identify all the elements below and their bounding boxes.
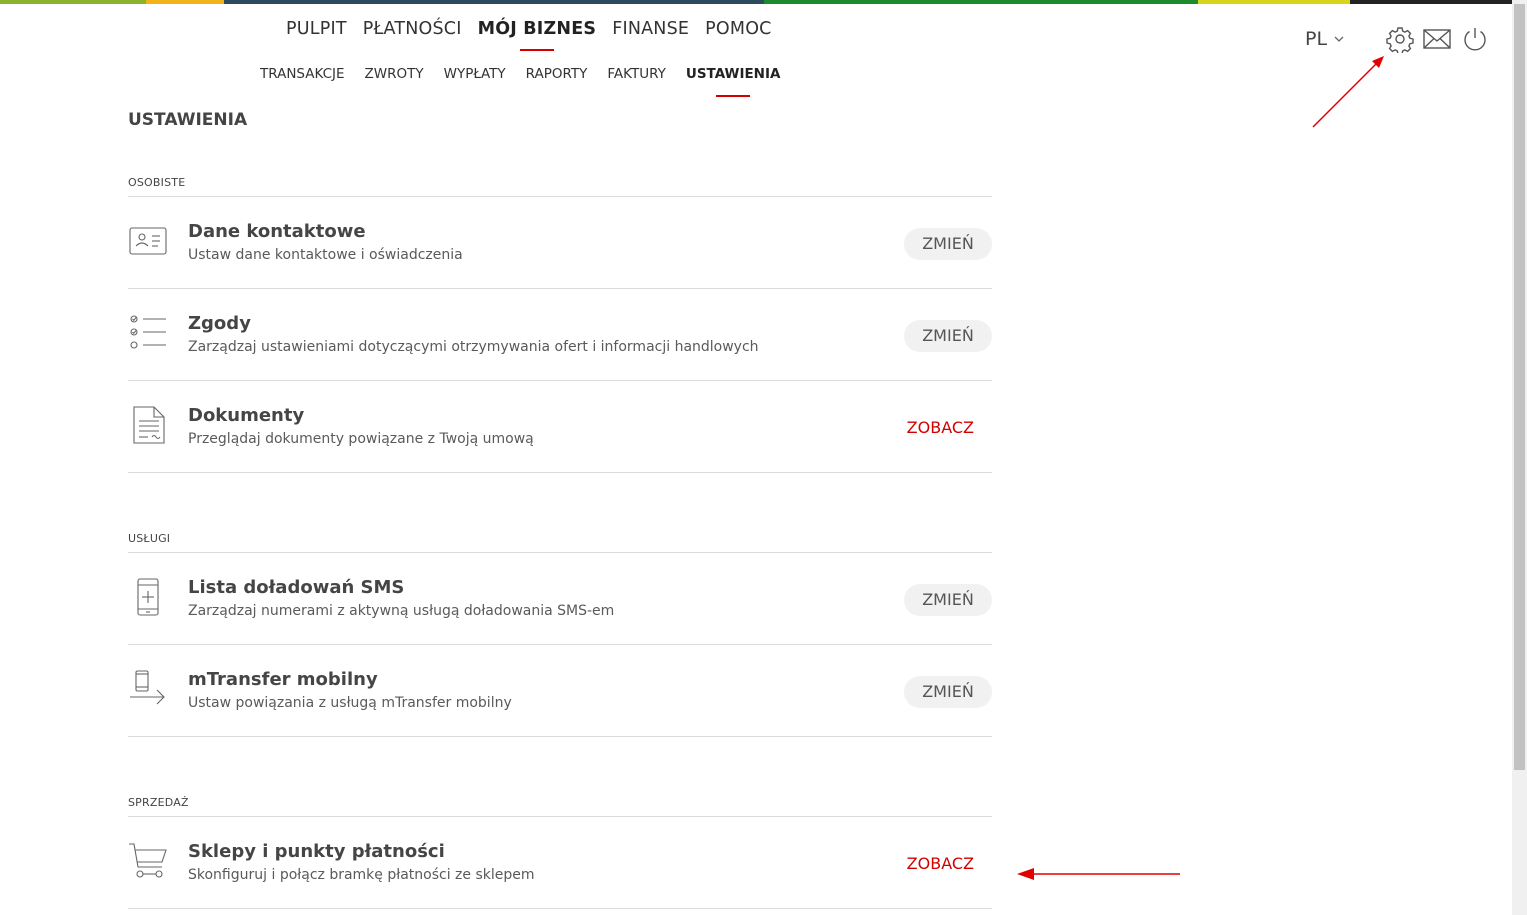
row-title: mTransfer mobilny bbox=[188, 669, 378, 690]
row-title: Dokumenty bbox=[188, 405, 305, 426]
sub-nav: TRANSAKCJE ZWROTY WYPŁATY RAPORTY FAKTUR… bbox=[260, 66, 800, 82]
mtransfer-zmien-button[interactable]: ZMIEŃ bbox=[904, 676, 992, 708]
row-description: Przeglądaj dokumenty powiązane z Twoją u… bbox=[188, 431, 534, 447]
row-description: Ustaw dane kontaktowe i oświadczenia bbox=[188, 247, 463, 263]
row-description: Ustaw powiązania z usługą mTransfer mobi… bbox=[188, 695, 512, 711]
color-segment bbox=[146, 0, 224, 4]
row-description: Zarządzaj numerami z aktywną usługą doła… bbox=[188, 603, 615, 619]
color-segment bbox=[0, 0, 146, 4]
main-nav: PULPIT PŁATNOŚCI MÓJ BIZNES FINANSE POMO… bbox=[286, 19, 788, 39]
scrollbar-thumb[interactable] bbox=[1514, 4, 1525, 770]
phone-transfer-icon bbox=[130, 670, 165, 705]
arrow-to-gear bbox=[1312, 56, 1384, 128]
zgody-zmien-button[interactable]: ZMIEŃ bbox=[904, 320, 992, 352]
subnav-item-wyplaty[interactable]: WYPŁATY bbox=[444, 66, 506, 82]
brand-color-bar bbox=[0, 0, 1512, 4]
chevron-down-icon bbox=[1334, 36, 1344, 42]
color-segment bbox=[1350, 0, 1512, 4]
phone-plus-icon bbox=[137, 578, 159, 616]
divider bbox=[128, 908, 992, 909]
contact-card-icon bbox=[129, 227, 167, 255]
row-title: Dane kontaktowe bbox=[188, 221, 366, 242]
nav-item-pomoc[interactable]: POMOC bbox=[705, 19, 771, 39]
dane-kontaktowe-zmien-button[interactable]: ZMIEŃ bbox=[904, 228, 992, 260]
settings-row-mtransfer-mobilny: mTransfer mobilny Ustaw powiązania z usł… bbox=[128, 645, 992, 736]
color-segment bbox=[224, 0, 764, 4]
dokumenty-zobacz-link[interactable]: ZOBACZ bbox=[907, 412, 974, 444]
settings-row-zgody: Zgody Zarządzaj ustawieniami dotyczącymi… bbox=[128, 289, 992, 380]
language-label: PL bbox=[1305, 28, 1328, 50]
settings-row-dane-kontaktowe: Dane kontaktowe Ustaw dane kontaktowe i … bbox=[128, 197, 992, 288]
divider bbox=[128, 736, 992, 737]
subnav-item-ustawienia[interactable]: USTAWIENIA bbox=[686, 66, 781, 82]
nav-item-pulpit[interactable]: PULPIT bbox=[286, 19, 347, 39]
power-icon[interactable] bbox=[1461, 25, 1489, 53]
row-description: Skonfiguruj i połącz bramkę płatności ze… bbox=[188, 867, 535, 883]
row-title: Lista doładowań SMS bbox=[188, 577, 405, 598]
cart-icon bbox=[129, 843, 167, 878]
section-label-uslugi: USŁUGI bbox=[128, 532, 171, 545]
document-icon bbox=[133, 406, 165, 444]
checklist-icon bbox=[130, 315, 166, 349]
nav-item-finanse[interactable]: FINANSE bbox=[612, 19, 689, 39]
row-description: Zarządzaj ustawieniami dotyczącymi otrzy… bbox=[188, 339, 759, 355]
language-selector[interactable]: PL bbox=[1305, 28, 1345, 50]
color-segment bbox=[764, 0, 1198, 4]
subnav-item-raporty[interactable]: RAPORTY bbox=[526, 66, 588, 82]
arrow-to-sklepy-link bbox=[1017, 868, 1180, 880]
section-label-osobiste: OSOBISTE bbox=[128, 176, 186, 189]
row-title: Sklepy i punkty płatności bbox=[188, 841, 445, 862]
nav-item-platnosci[interactable]: PŁATNOŚCI bbox=[363, 19, 462, 39]
color-segment bbox=[1198, 0, 1350, 4]
envelope-icon[interactable] bbox=[1423, 25, 1451, 53]
settings-row-dokumenty: Dokumenty Przeglądaj dokumenty powiązane… bbox=[128, 381, 992, 472]
settings-row-sklepy: Sklepy i punkty płatności Skonfiguruj i … bbox=[128, 817, 992, 908]
row-title: Zgody bbox=[188, 313, 251, 334]
section-label-sprzedaz: SPRZEDAŻ bbox=[128, 796, 189, 809]
nav-item-moj-biznes[interactable]: MÓJ BIZNES bbox=[478, 19, 597, 39]
divider bbox=[128, 472, 992, 473]
sklepy-zobacz-link[interactable]: ZOBACZ bbox=[907, 848, 974, 880]
subnav-item-faktury[interactable]: FAKTURY bbox=[607, 66, 665, 82]
subnav-item-zwroty[interactable]: ZWROTY bbox=[365, 66, 424, 82]
settings-row-lista-doladowan-sms: Lista doładowań SMS Zarządzaj numerami z… bbox=[128, 553, 992, 644]
page-title: USTAWIENIA bbox=[128, 110, 248, 130]
sms-zmien-button[interactable]: ZMIEŃ bbox=[904, 584, 992, 616]
gear-icon[interactable] bbox=[1386, 25, 1414, 53]
subnav-item-transakcje[interactable]: TRANSAKCJE bbox=[260, 66, 345, 82]
